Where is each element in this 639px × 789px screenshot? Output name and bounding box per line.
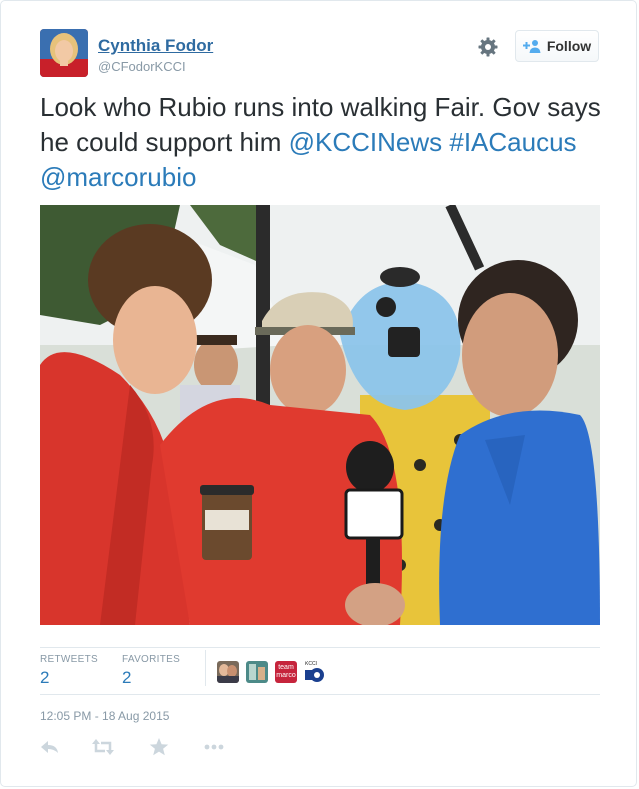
retweets-label: RETWEETS	[40, 654, 98, 665]
tweet-text: Look who Rubio runs into walking Fair. G…	[40, 90, 610, 195]
avatar[interactable]	[40, 29, 88, 77]
team-marco-badge-text: team marco	[276, 664, 296, 679]
tweet-photo-image	[40, 205, 600, 625]
favoriter-image	[217, 661, 239, 683]
follow-button-label: Follow	[546, 38, 592, 54]
retweet-icon[interactable]	[91, 737, 115, 757]
favorites-label: FAVORITES	[122, 654, 181, 665]
favorites-count[interactable]: 2	[122, 668, 131, 688]
mention-kccinews[interactable]: @KCCINews	[289, 127, 443, 157]
favoriter-image	[246, 661, 268, 683]
favoriter-avatar[interactable]	[217, 661, 239, 683]
retweets-count[interactable]: 2	[40, 668, 49, 688]
mention-marcorubio[interactable]: @marcorubio	[40, 162, 196, 192]
kcci-badge-text: KCCI	[305, 661, 317, 667]
more-icon[interactable]	[203, 737, 225, 757]
tweet-photo[interactable]	[40, 205, 600, 625]
divider-top	[40, 647, 600, 648]
add-user-icon	[522, 40, 541, 53]
gear-icon[interactable]	[476, 35, 500, 59]
tweet-timestamp[interactable]: 12:05 PM - 18 Aug 2015	[40, 709, 169, 723]
divider-bottom	[40, 694, 600, 695]
avatar-image	[40, 29, 88, 77]
favoriter-avatar-team-marco[interactable]: team marco	[275, 661, 297, 683]
stats-separator	[205, 650, 206, 686]
user-handle[interactable]: @CFodorKCCI	[98, 59, 186, 74]
follow-button[interactable]: Follow	[515, 30, 599, 62]
favorite-icon[interactable]	[148, 737, 170, 757]
favoriter-avatar-kcci[interactable]: KCCI	[304, 661, 326, 683]
hashtag-iacaucus[interactable]: #IACaucus	[449, 127, 576, 157]
user-name[interactable]: Cynthia Fodor	[98, 36, 213, 56]
favoriter-avatar[interactable]	[246, 661, 268, 683]
reply-icon[interactable]	[39, 737, 61, 757]
